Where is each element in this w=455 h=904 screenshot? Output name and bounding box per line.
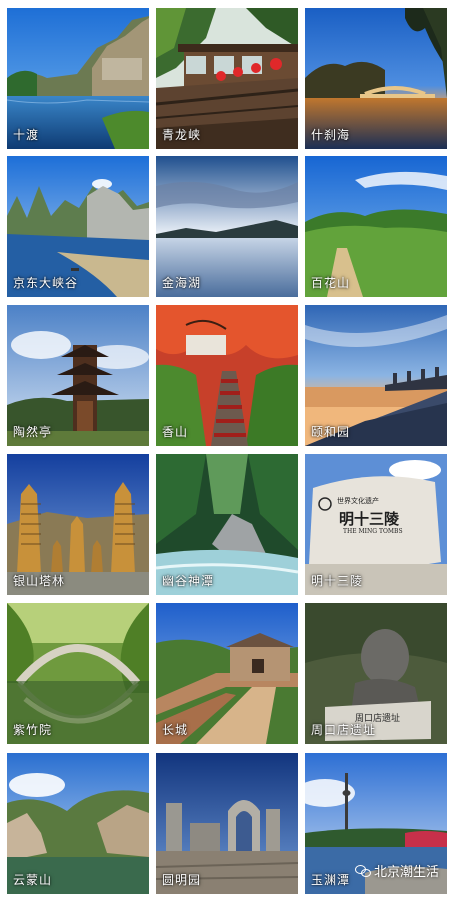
caption-yuanmingyuan: 圆明园 <box>162 873 202 887</box>
tile-shichahai[interactable]: 什刹海 <box>305 8 447 149</box>
wechat-icon <box>354 864 371 877</box>
tile-yougu-shentan[interactable]: 幽谷神潭 <box>156 454 298 595</box>
tablet-heritage-text: 世界文化遗产 <box>337 497 379 505</box>
watermark-text: 北京潮生活 <box>373 865 439 880</box>
tile-yiheyuan[interactable]: 颐和园 <box>305 305 447 446</box>
tile-yunmengshan[interactable]: 云蒙山 <box>7 753 149 894</box>
attractions-grid: 十渡 青龙峡 什刹海 京东大峡谷 金海湖 百花山 陶然亭 香山 颐和园 银山塔林… <box>0 0 455 904</box>
tile-yuanmingyuan[interactable]: 圆明园 <box>156 753 298 894</box>
caption-taoranting: 陶然亭 <box>13 425 53 439</box>
caption-xiangshan: 香山 <box>162 425 189 439</box>
tile-taoranting[interactable]: 陶然亭 <box>7 305 149 446</box>
caption-yunmengshan: 云蒙山 <box>13 873 53 887</box>
tile-shidu[interactable]: 十渡 <box>7 8 149 149</box>
caption-baihuashan: 百花山 <box>311 276 351 290</box>
caption-shichahai: 什刹海 <box>311 128 351 142</box>
caption-jinhaihu: 金海湖 <box>162 276 202 290</box>
tile-zizhuyuan[interactable]: 紫竹院 <box>7 603 149 744</box>
caption-yuyuantan: 玉渊潭 <box>311 873 351 887</box>
tile-ming-tombs[interactable]: 世界文化遗产 明十三陵 THE MING TOMBS 明十三陵 <box>305 454 447 595</box>
caption-yiheyuan: 颐和园 <box>311 425 351 439</box>
tile-zhoukoudian[interactable]: 周口店遗址 周口店遗址 <box>305 603 447 744</box>
tile-yuyuantan[interactable]: 玉渊潭 北京潮生活 <box>305 753 447 894</box>
caption-yougu-shentan: 幽谷神潭 <box>162 574 215 588</box>
caption-changcheng: 长城 <box>162 723 189 737</box>
caption-zhoukoudian: 周口店遗址 <box>311 723 377 737</box>
tablet-english-text: THE MING TOMBS <box>343 528 403 535</box>
tablet-title-text: 明十三陵 <box>339 510 400 528</box>
tile-jinhaihu[interactable]: 金海湖 <box>156 156 298 297</box>
caption-ming-tombs: 明十三陵 <box>311 574 364 588</box>
tile-qinglongxia[interactable]: 青龙峡 <box>156 8 298 149</box>
caption-zizhuyuan: 紫竹院 <box>13 723 53 737</box>
tile-changcheng[interactable]: 长城 <box>156 603 298 744</box>
caption-qinglongxia: 青龙峡 <box>162 128 202 142</box>
tile-baihuashan[interactable]: 百花山 <box>305 156 447 297</box>
caption-yinshan-talin: 银山塔林 <box>13 574 66 588</box>
tile-xiangshan[interactable]: 香山 <box>156 305 298 446</box>
tile-jingdong-daxiagu[interactable]: 京东大峡谷 <box>7 156 149 297</box>
tile-yinshan-talin[interactable]: 银山塔林 <box>7 454 149 595</box>
caption-jingdong-daxiagu: 京东大峡谷 <box>13 276 79 290</box>
caption-shidu: 十渡 <box>13 128 40 142</box>
watermark: 北京潮生活 <box>354 861 439 880</box>
